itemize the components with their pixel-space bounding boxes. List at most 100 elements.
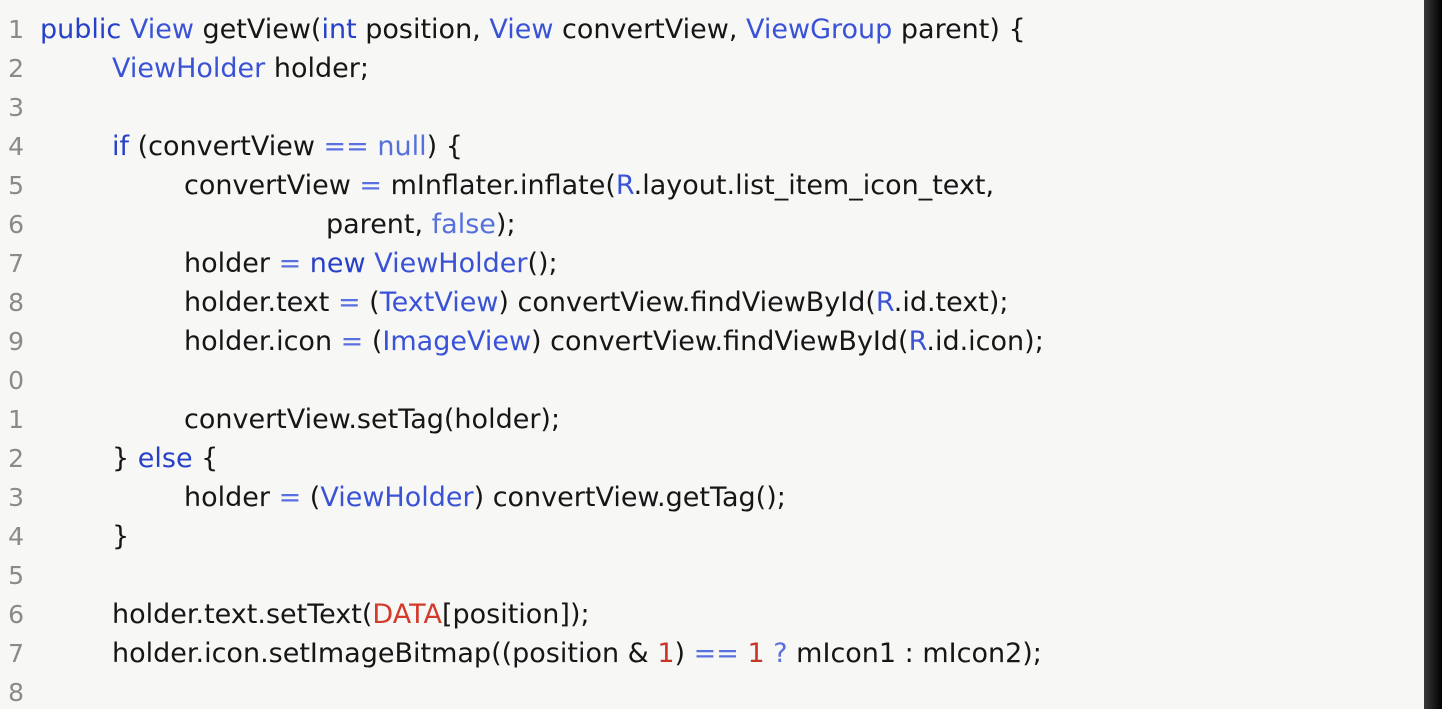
code-token: .layout.list_item_icon_text, <box>633 170 995 201</box>
code-token: parent) { <box>892 14 1026 45</box>
code-token: holder.text <box>184 287 338 318</box>
code-line: 1 public View getView(int position, View … <box>0 10 1424 49</box>
code-token: == <box>693 638 739 669</box>
code-token: ( <box>363 326 383 357</box>
code-line: 0 <box>0 361 1424 400</box>
line-number: 3 <box>8 93 24 122</box>
line-number: 3 <box>8 483 24 512</box>
code-token: holder; <box>265 53 369 84</box>
code-line: 6 parent, false); <box>0 205 1424 244</box>
code-token: mInflater.inflate( <box>382 170 616 201</box>
line-number: 8 <box>8 678 24 707</box>
code-line: 5 <box>0 556 1424 595</box>
code-token: .id.icon); <box>926 326 1044 357</box>
code-line: 4} <box>0 517 1424 556</box>
screen-edge <box>1424 0 1442 709</box>
code-token: View <box>489 14 554 45</box>
code-token: holder.icon.setImageBitmap((position & <box>112 638 658 669</box>
line-number: 7 <box>8 639 24 668</box>
code-token: View <box>129 14 194 45</box>
code-token: ViewHolder <box>374 248 528 279</box>
code-token: ) convertView.getTag(); <box>473 482 786 513</box>
code-text: holder.text.setText(DATA[position]); <box>112 595 590 634</box>
code-token: ViewGroup <box>746 14 893 45</box>
code-line: 8 <box>0 673 1424 709</box>
line-number: 2 <box>8 444 24 473</box>
code-token: (convertView <box>129 131 324 162</box>
code-token: R <box>615 170 634 201</box>
code-text: holder = new ViewHolder(); <box>184 244 558 283</box>
code-token: false <box>431 209 496 240</box>
code-text: holder.icon = (ImageView) convertView.fi… <box>184 322 1044 361</box>
line-number: 7 <box>8 249 24 278</box>
code-token: = <box>340 326 364 357</box>
code-line: 5 convertView = mInflater.inflate(R.layou… <box>0 166 1424 205</box>
line-number: 6 <box>8 600 24 629</box>
code-text: } <box>112 517 129 556</box>
code-token: convertView <box>184 170 360 201</box>
code-token: ) <box>674 638 694 669</box>
code-token: holder.icon <box>184 326 341 357</box>
line-number: 9 <box>8 327 24 356</box>
code-line: 6 holder.text.setText(DATA[position]); <box>0 595 1424 634</box>
code-token: = <box>278 482 302 513</box>
code-token: ) convertView.findViewById( <box>531 326 909 357</box>
line-number: 1 <box>8 405 24 434</box>
code-token: } <box>112 443 138 474</box>
code-token: R <box>908 326 927 357</box>
code-token: ViewHolder <box>112 53 266 84</box>
code-text: public View getView(int position, View c… <box>40 10 1026 49</box>
code-token: new <box>309 248 366 279</box>
code-token: ViewHolder <box>320 482 474 513</box>
code-line: 1 convertView.setTag(holder); <box>0 400 1424 439</box>
code-token: else <box>137 443 193 474</box>
line-number: 8 <box>8 288 24 317</box>
code-text: convertView.setTag(holder); <box>184 400 560 439</box>
code-token: convertView, <box>553 14 747 45</box>
line-number: 2 <box>8 54 24 83</box>
code-token: [position]); <box>441 599 590 630</box>
code-line: 8 holder.text = (TextView) convertView.fi… <box>0 283 1424 322</box>
line-number: 0 <box>8 366 24 395</box>
code-text: holder.icon.setImageBitmap((position & 1… <box>112 634 1042 673</box>
code-token: null <box>377 131 427 162</box>
code-token: .id.text); <box>893 287 1009 318</box>
code-line: 2} else { <box>0 439 1424 478</box>
code-token: ( <box>360 287 380 318</box>
code-token: getView( <box>193 14 322 45</box>
code-token: holder <box>184 248 279 279</box>
code-token: } <box>112 521 130 552</box>
code-token: TextView <box>379 287 499 318</box>
code-token: ) { <box>426 131 463 162</box>
code-token: convertView.setTag(holder); <box>184 404 561 435</box>
code-text: ViewHolder holder; <box>112 49 369 88</box>
line-number: 5 <box>8 171 24 200</box>
code-line: 3 <box>0 88 1424 127</box>
code-text: convertView = mInflater.inflate(R.layout… <box>184 166 994 205</box>
code-line: 2 ViewHolder holder; <box>0 49 1424 88</box>
code-token: (); <box>527 248 558 279</box>
code-token: = <box>278 248 302 279</box>
line-number: 5 <box>8 561 24 590</box>
code-line: 9 holder.icon = (ImageView) convertView.f… <box>0 322 1424 361</box>
code-token: { <box>192 443 219 474</box>
code-token: 1 <box>657 638 675 669</box>
code-token: ) convertView.findViewById( <box>498 287 876 318</box>
line-number: 4 <box>8 522 24 551</box>
code-token: = <box>337 287 361 318</box>
code-token: holder <box>184 482 279 513</box>
line-number: 6 <box>8 210 24 239</box>
line-number: 4 <box>8 132 24 161</box>
code-token: parent, <box>326 209 432 240</box>
code-line: 3 holder = (ViewHolder) convertView.getTa… <box>0 478 1424 517</box>
code-token: 1 <box>747 638 765 669</box>
code-line: 4 if (convertView == null) { <box>0 127 1424 166</box>
code-text: parent, false); <box>326 205 516 244</box>
code-token: DATA <box>372 599 442 630</box>
code-token: ( <box>301 482 321 513</box>
code-text: holder.text = (TextView) convertView.fin… <box>184 283 1008 322</box>
